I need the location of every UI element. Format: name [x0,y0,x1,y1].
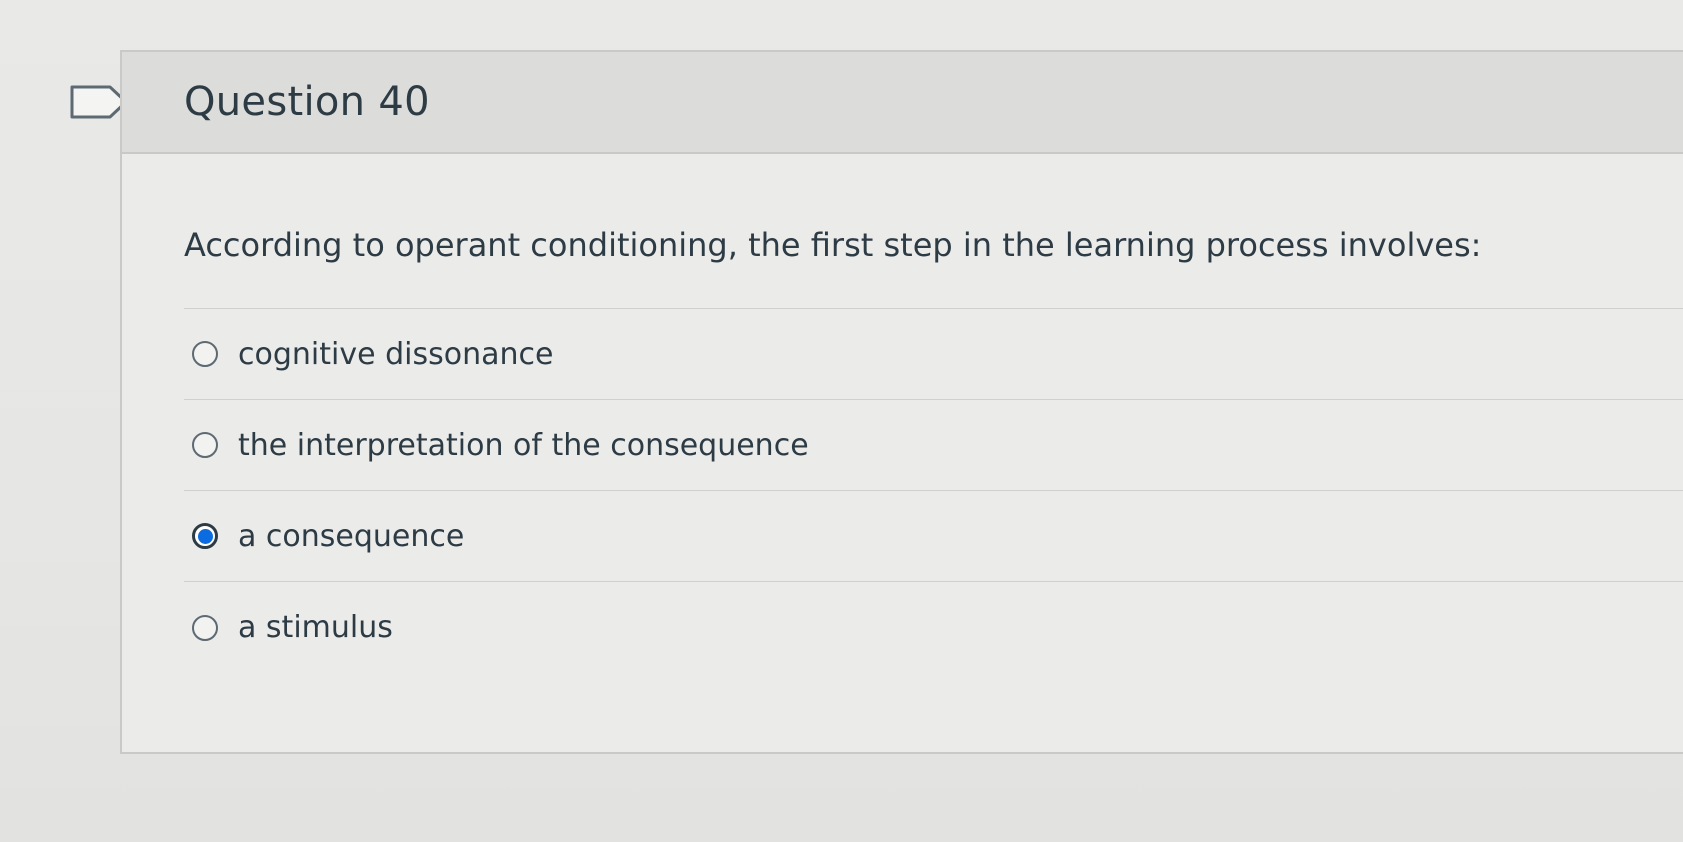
answer-label: the interpretation of the consequence [238,427,809,463]
question-title: Question 40 [184,79,430,125]
answer-option[interactable]: the interpretation of the consequence [184,400,1683,491]
answer-list: cognitive dissonance the interpretation … [184,308,1683,673]
answer-option[interactable]: a stimulus [184,582,1683,673]
quiz-page: Question 40 According to operant conditi… [0,0,1683,842]
question-body: According to operant conditioning, the f… [122,226,1683,673]
radio-button[interactable] [192,523,218,549]
question-text: According to operant conditioning, the f… [184,226,1482,264]
answer-label: a consequence [238,518,465,554]
radio-button[interactable] [192,432,218,458]
radio-button[interactable] [192,614,218,641]
answer-label: a stimulus [238,610,393,645]
question-header: Question 40 [122,52,1683,154]
radio-button[interactable] [192,341,218,367]
question-card: Question 40 According to operant conditi… [120,50,1683,754]
answer-option[interactable]: a consequence [184,491,1683,582]
answer-label: cognitive dissonance [238,336,554,372]
answer-option[interactable]: cognitive dissonance [184,309,1683,400]
